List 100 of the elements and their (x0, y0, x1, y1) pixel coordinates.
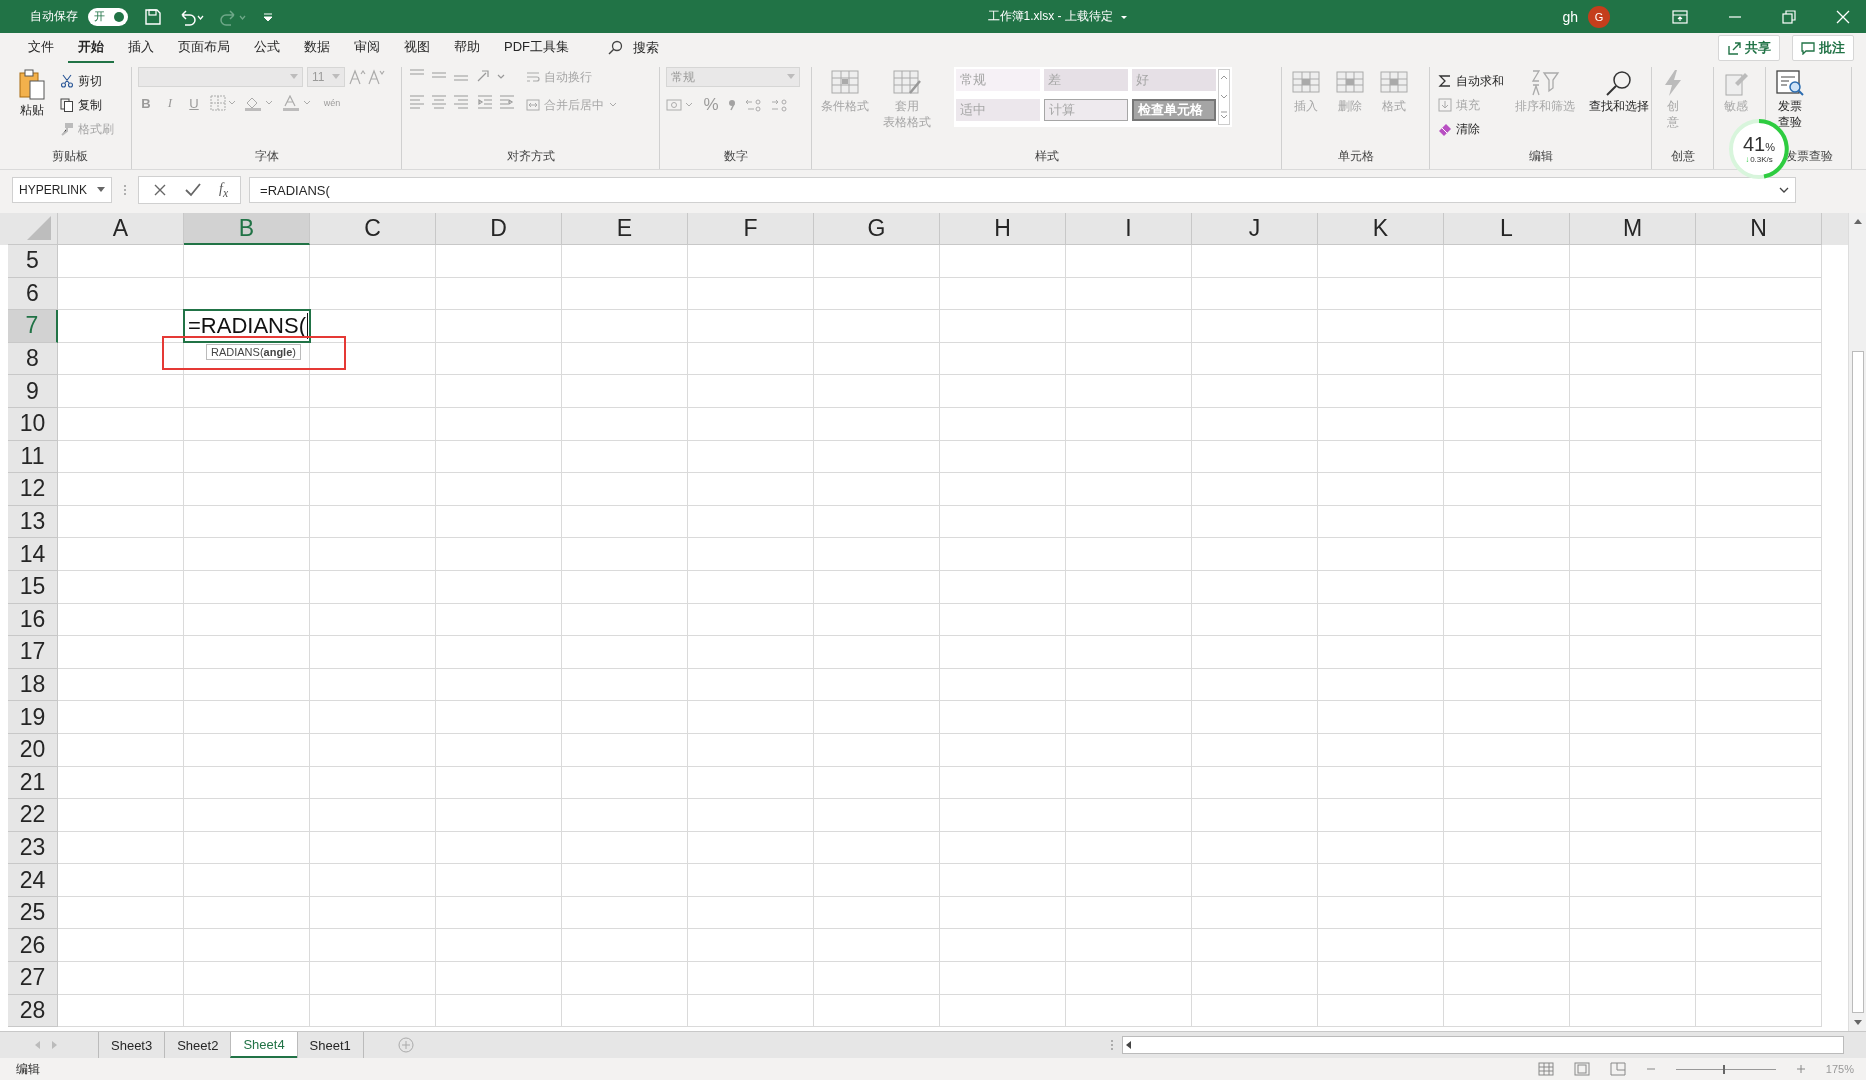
grid-cell[interactable] (940, 505, 1066, 539)
grid-cell[interactable] (1444, 277, 1570, 311)
grid-cell[interactable] (1192, 701, 1318, 734)
grid-cell[interactable] (1318, 440, 1444, 474)
grid-cell[interactable] (688, 668, 814, 702)
grid-cell[interactable] (688, 245, 814, 278)
grid-cell[interactable] (940, 538, 1066, 571)
grid-cell[interactable] (1444, 570, 1570, 604)
grid-cell[interactable] (1066, 636, 1192, 669)
copy-button[interactable]: 复制 (60, 95, 114, 115)
grid-cell[interactable] (562, 538, 688, 571)
ribbon-tab[interactable]: 帮助 (444, 32, 490, 64)
grid-cell[interactable] (58, 473, 184, 506)
grid-cell[interactable] (436, 505, 562, 539)
horizontal-scrollbar[interactable] (1122, 1036, 1844, 1054)
grid-cell[interactable] (562, 733, 688, 767)
grid-cell[interactable] (940, 375, 1066, 408)
grid-cell[interactable] (1192, 342, 1318, 376)
grid-cell[interactable] (1570, 896, 1696, 930)
grid-cell[interactable] (58, 277, 184, 311)
grid-cell[interactable] (940, 896, 1066, 930)
formula-field[interactable]: =RADIANS( (249, 177, 1796, 203)
grid-cell[interactable] (310, 440, 436, 474)
grid-cell[interactable] (1444, 505, 1570, 539)
grid-cell[interactable] (436, 440, 562, 474)
grid-cell[interactable] (562, 277, 688, 311)
row-header[interactable]: 19 (8, 701, 58, 734)
grid-cell[interactable] (688, 831, 814, 865)
grid-cell[interactable] (58, 896, 184, 930)
grid-cell[interactable] (1066, 799, 1192, 832)
grid-cell[interactable] (1318, 603, 1444, 637)
column-header[interactable]: G (814, 213, 940, 245)
grid-cell[interactable] (310, 962, 436, 995)
grid-cell[interactable] (58, 668, 184, 702)
grid-cell[interactable] (184, 440, 310, 474)
grid-cell[interactable] (562, 603, 688, 637)
grid-cell[interactable] (184, 994, 310, 1028)
grid-cell[interactable] (814, 342, 940, 376)
grid-cell[interactable] (310, 407, 436, 441)
grid-cell[interactable] (1318, 896, 1444, 930)
grid-cell[interactable] (1318, 962, 1444, 995)
grid-cell[interactable] (1066, 929, 1192, 963)
grid-cell[interactable] (58, 407, 184, 441)
grid-cell[interactable] (1192, 407, 1318, 441)
grid-cell[interactable] (58, 570, 184, 604)
grid-cell[interactable] (1318, 929, 1444, 963)
row-header[interactable]: 7 (8, 310, 58, 343)
grid-cell[interactable] (1318, 766, 1444, 800)
grid-cell[interactable] (1696, 636, 1822, 669)
grid-cell[interactable] (562, 896, 688, 930)
grid-cell[interactable] (562, 245, 688, 278)
save-icon[interactable] (144, 7, 162, 26)
grid-cell[interactable] (688, 733, 814, 767)
grid-cell[interactable] (688, 864, 814, 897)
grid-cell[interactable] (940, 473, 1066, 506)
grid-cell[interactable] (814, 864, 940, 897)
grid-cell[interactable] (58, 766, 184, 800)
grid-cell[interactable] (58, 929, 184, 963)
grid-cell[interactable] (184, 473, 310, 506)
grid-cell[interactable] (184, 799, 310, 832)
grid-cell[interactable] (1696, 277, 1822, 311)
grid-cell[interactable] (1696, 245, 1822, 278)
splitter-icon[interactable] (1110, 1038, 1114, 1052)
grid-cell[interactable] (184, 505, 310, 539)
grid-cell[interactable] (436, 994, 562, 1028)
grid-cell[interactable] (688, 407, 814, 441)
grid-cell[interactable] (1696, 603, 1822, 637)
scroll-down-icon[interactable] (1852, 1019, 1863, 1027)
grid-cell[interactable] (184, 407, 310, 441)
grid-cell[interactable] (1066, 505, 1192, 539)
grid-cell[interactable] (1066, 570, 1192, 604)
grid-cell[interactable] (1570, 473, 1696, 506)
grid-cell[interactable] (688, 570, 814, 604)
grid-cell[interactable] (1192, 538, 1318, 571)
grid-cell[interactable] (1696, 831, 1822, 865)
enter-icon[interactable] (185, 183, 201, 197)
grid-cell[interactable] (1318, 864, 1444, 897)
column-header[interactable]: J (1192, 213, 1318, 245)
grid-cell[interactable] (1318, 733, 1444, 767)
grid-cell[interactable] (688, 473, 814, 506)
grid-cell[interactable] (1696, 407, 1822, 441)
grid-cell[interactable] (436, 864, 562, 897)
grid-cell[interactable] (184, 603, 310, 637)
grid-cell[interactable] (1570, 310, 1696, 343)
grid-cell[interactable] (1318, 473, 1444, 506)
zoom-in-icon[interactable] (1795, 1064, 1806, 1074)
grid-cell[interactable] (814, 407, 940, 441)
grid-cell[interactable] (1066, 440, 1192, 474)
ribbon-tab[interactable]: 文件 (18, 32, 64, 64)
autosum-button[interactable]: 自动求和 (1438, 71, 1504, 91)
grid-cell[interactable] (1066, 375, 1192, 408)
page-layout-icon[interactable] (1573, 1062, 1590, 1076)
grid-cell[interactable] (1318, 636, 1444, 669)
grid-cell[interactable] (940, 799, 1066, 832)
grid-cell[interactable] (1696, 766, 1822, 800)
user-avatar[interactable]: G (1588, 5, 1610, 28)
grid-cell[interactable] (940, 766, 1066, 800)
grid-cell[interactable] (562, 864, 688, 897)
grid-cell[interactable] (1192, 864, 1318, 897)
grid-cell[interactable] (1570, 505, 1696, 539)
